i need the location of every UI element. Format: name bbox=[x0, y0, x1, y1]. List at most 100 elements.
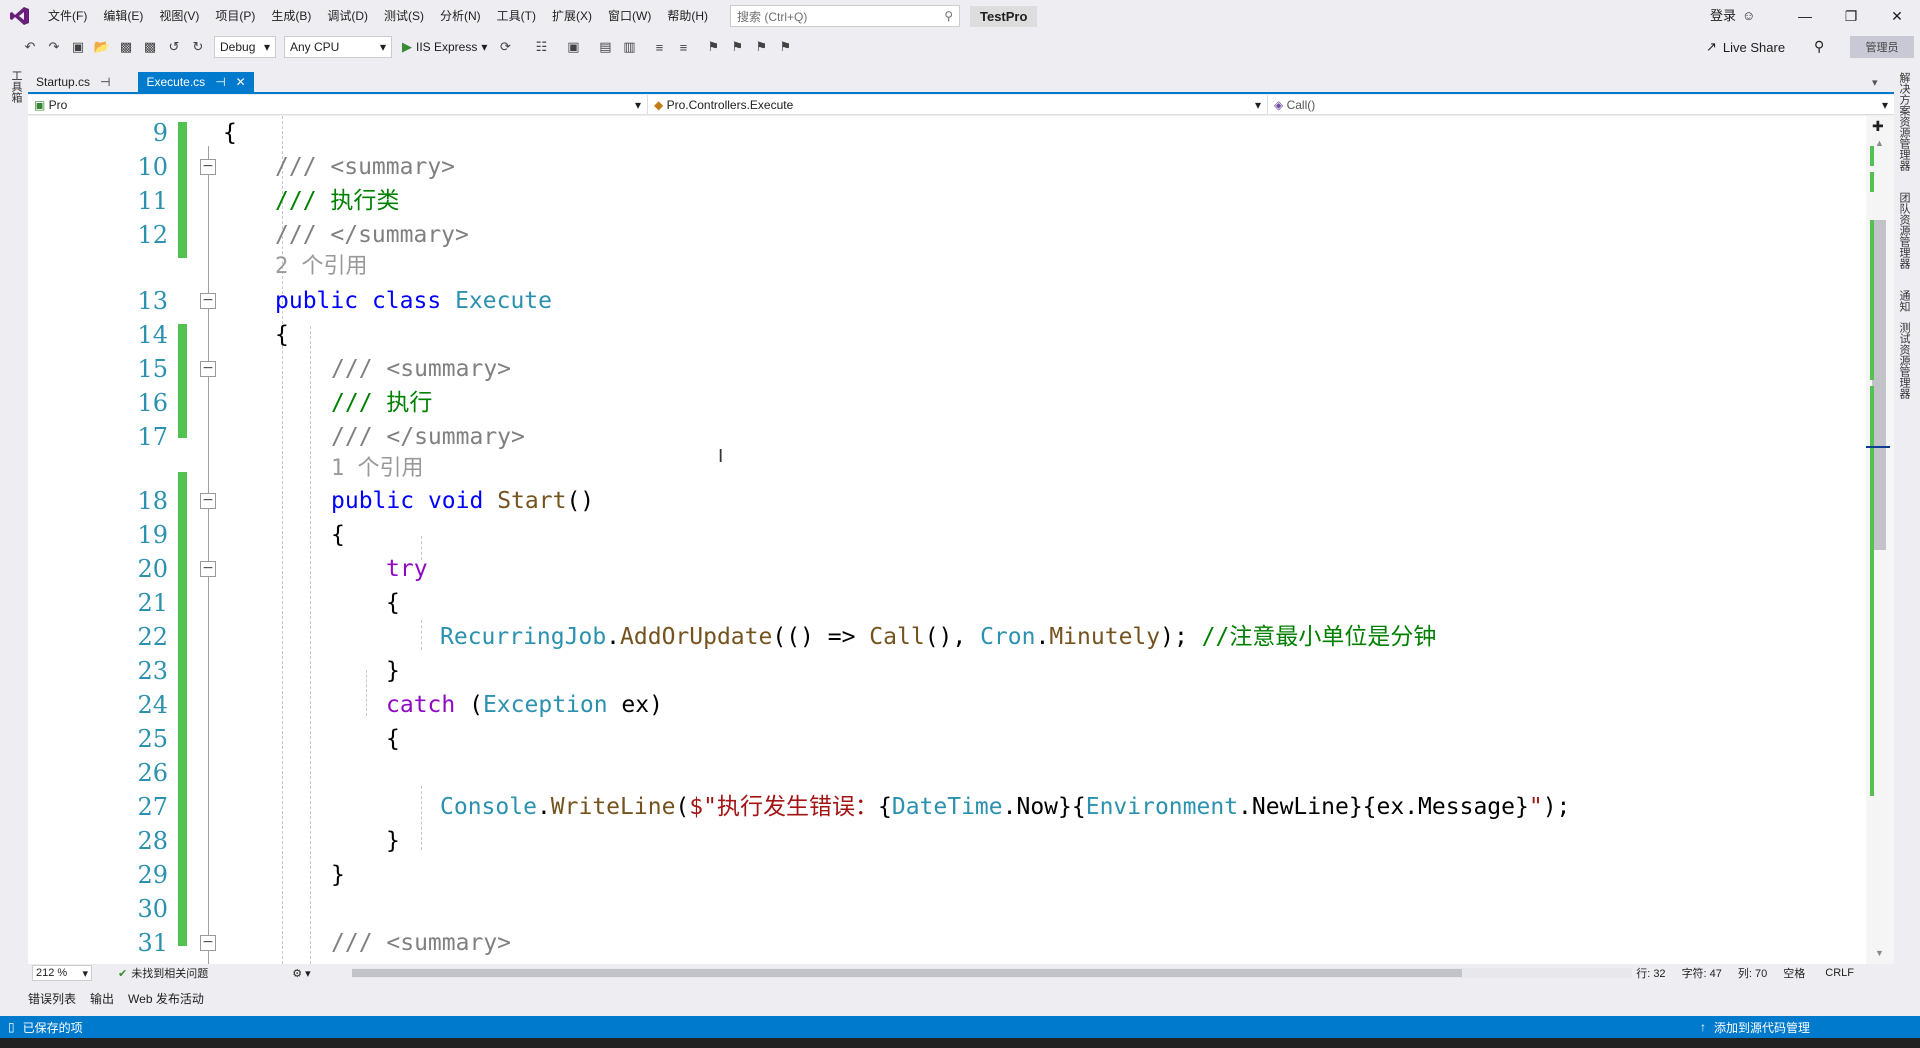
tab-execute-cs[interactable]: Execute.cs ⊣ ✕ bbox=[138, 72, 254, 92]
step-over-icon[interactable]: ▥ bbox=[619, 37, 639, 57]
line-number: 19 bbox=[137, 521, 168, 549]
menu-project[interactable]: 项目(P) bbox=[207, 0, 263, 32]
change-marker bbox=[1870, 146, 1874, 166]
notifications-tab[interactable]: 通知 bbox=[1896, 290, 1912, 312]
code-line: 20 − try bbox=[28, 552, 1866, 586]
test-explorer-tab[interactable]: 测试资源管理器 bbox=[1896, 322, 1912, 399]
code-text: public class Execute bbox=[275, 288, 552, 314]
new-project-icon[interactable]: ▣ bbox=[68, 37, 88, 57]
collapse-toggle[interactable]: − bbox=[200, 935, 216, 951]
tab-label: Startup.cs bbox=[36, 75, 91, 89]
member-select[interactable]: ◈ Call() ▾ bbox=[1268, 95, 1894, 115]
collapse-toggle[interactable]: − bbox=[200, 293, 216, 309]
code-line: 15 − /// <summary> bbox=[28, 352, 1866, 386]
code-line: 14 { bbox=[28, 318, 1866, 352]
line-number: 25 bbox=[137, 725, 168, 753]
close-icon[interactable]: ✕ bbox=[236, 75, 246, 89]
code-cleanup-icon[interactable]: ⚙ ▾ bbox=[292, 967, 310, 980]
collapse-toggle[interactable]: − bbox=[200, 361, 216, 377]
platform-select[interactable]: Any CPU ▾ bbox=[284, 36, 392, 58]
redo-icon[interactable]: ↻ bbox=[188, 37, 208, 57]
menu-help[interactable]: 帮助(H) bbox=[659, 0, 716, 32]
login-button[interactable]: 登录 ☺ bbox=[1710, 0, 1755, 32]
browser-link-icon[interactable]: ☷ bbox=[531, 37, 551, 57]
code-line: 22 RecurringJob.AddOrUpdate(() => Call()… bbox=[28, 620, 1866, 654]
type-value: Pro.Controllers.Execute bbox=[666, 98, 794, 112]
vertical-scrollbar[interactable]: ✚ ▲ ▼ bbox=[1866, 116, 1894, 964]
configuration-select[interactable]: Debug ▾ bbox=[214, 36, 276, 58]
issues-label[interactable]: 未找到相关问题 bbox=[131, 965, 208, 981]
bottom-panel-tabs: 错误列表 输出 Web 发布活动 bbox=[28, 988, 204, 1008]
forward-icon[interactable]: ↷ bbox=[44, 37, 64, 57]
run-button[interactable]: ▶ IIS Express ▾ bbox=[402, 39, 487, 55]
menu-tools[interactable]: 工具(T) bbox=[489, 0, 544, 32]
menu-build[interactable]: 生成(B) bbox=[263, 0, 319, 32]
tab-error-list[interactable]: 错误列表 bbox=[28, 990, 76, 1007]
open-folder-icon[interactable]: 📂 bbox=[92, 37, 112, 57]
menu-window[interactable]: 窗口(W) bbox=[600, 0, 659, 32]
solution-name: TestPro bbox=[970, 5, 1038, 27]
check-icon: ✔ bbox=[118, 967, 128, 980]
solution-explorer-tab[interactable]: 解决方案资源管理器 bbox=[1896, 72, 1912, 171]
restore-button[interactable]: ❐ bbox=[1828, 0, 1874, 32]
codelens-references[interactable]: 2 个引用 bbox=[275, 252, 368, 282]
menu-analyze[interactable]: 分析(N) bbox=[432, 0, 489, 32]
search-input[interactable]: 搜索 (Ctrl+Q) ⚲ bbox=[730, 5, 960, 27]
line-number: 29 bbox=[137, 861, 168, 889]
undo-icon[interactable]: ↺ bbox=[164, 37, 184, 57]
menu-file[interactable]: 文件(F) bbox=[40, 0, 95, 32]
bookmark-icon[interactable]: ⚑ bbox=[703, 37, 723, 57]
split-icon[interactable]: ✚ bbox=[1872, 118, 1884, 135]
indent-icon[interactable]: ≡ bbox=[649, 37, 669, 57]
tab-output[interactable]: 输出 bbox=[90, 990, 114, 1007]
close-button[interactable]: ✕ bbox=[1874, 0, 1920, 32]
code-text: { bbox=[275, 322, 289, 348]
project-select[interactable]: ▣ Pro ▾ bbox=[28, 95, 648, 115]
toolbox-tab[interactable]: 工具箱 bbox=[8, 70, 24, 103]
scroll-up-icon[interactable]: ▲ bbox=[1875, 138, 1884, 148]
clear-bookmarks-icon[interactable]: ⚑ bbox=[775, 37, 795, 57]
scroll-down-icon[interactable]: ▼ bbox=[1875, 948, 1884, 958]
tab-overflow-icon[interactable]: ▾ bbox=[1872, 76, 1878, 89]
menu-view[interactable]: 视图(V) bbox=[151, 0, 207, 32]
column-indicator: 列: 70 bbox=[1737, 968, 1768, 980]
zoom-select[interactable]: 212 % ▾ bbox=[32, 965, 92, 981]
collapse-toggle[interactable]: − bbox=[200, 159, 216, 175]
refresh-icon[interactable]: ⟳ bbox=[495, 37, 515, 57]
code-text: /// <summary> bbox=[275, 154, 456, 180]
pin-icon[interactable]: ⊣ bbox=[100, 75, 110, 89]
prev-bookmark-icon[interactable]: ⚑ bbox=[727, 37, 747, 57]
tab-web-publish[interactable]: Web 发布活动 bbox=[128, 990, 204, 1007]
pin-icon[interactable]: ⊣ bbox=[215, 75, 225, 89]
collapse-toggle[interactable]: − bbox=[200, 493, 216, 509]
add-source-control-button[interactable]: 添加到源代码管理 bbox=[1714, 1019, 1810, 1036]
save-icon[interactable]: ▩ bbox=[116, 37, 136, 57]
save-all-icon[interactable]: ▩ bbox=[140, 37, 160, 57]
line-number: 9 bbox=[152, 119, 168, 147]
menu-extensions[interactable]: 扩展(X) bbox=[544, 0, 600, 32]
live-share-button[interactable]: ↗ Live Share bbox=[1706, 36, 1785, 58]
outdent-icon[interactable]: ≡ bbox=[673, 37, 693, 57]
horizontal-scrollbar[interactable] bbox=[352, 968, 1632, 978]
back-icon[interactable]: ↶ bbox=[20, 37, 40, 57]
minimize-button[interactable]: — bbox=[1782, 0, 1828, 32]
taskbar-edge bbox=[0, 1038, 1920, 1048]
scroll-thumb[interactable] bbox=[1872, 220, 1886, 550]
codelens-references[interactable]: 1 个引用 bbox=[331, 454, 424, 484]
screenshot-icon[interactable]: ▣ bbox=[563, 37, 583, 57]
platform-value: Any CPU bbox=[290, 40, 340, 54]
project-value: Pro bbox=[48, 98, 68, 112]
menu-test[interactable]: 测试(S) bbox=[376, 0, 432, 32]
scroll-thumb[interactable] bbox=[352, 969, 1462, 977]
line-number: 14 bbox=[137, 321, 168, 349]
type-select[interactable]: ◆ Pro.Controllers.Execute ▾ bbox=[648, 95, 1268, 115]
next-bookmark-icon[interactable]: ⚑ bbox=[751, 37, 771, 57]
step-into-icon[interactable]: ▤ bbox=[595, 37, 615, 57]
code-editor[interactable]: 9 { 10 − /// <summary> 11 /// 执行类 12 ///… bbox=[28, 116, 1866, 964]
tab-startup-cs[interactable]: Startup.cs ⊣ bbox=[28, 72, 118, 92]
collapse-toggle[interactable]: − bbox=[200, 561, 216, 577]
team-explorer-tab[interactable]: 团队资源管理器 bbox=[1896, 192, 1912, 269]
menu-debug[interactable]: 调试(D) bbox=[319, 0, 376, 32]
menu-edit[interactable]: 编辑(E) bbox=[95, 0, 151, 32]
feedback-icon[interactable]: ⚲ bbox=[1814, 38, 1824, 55]
